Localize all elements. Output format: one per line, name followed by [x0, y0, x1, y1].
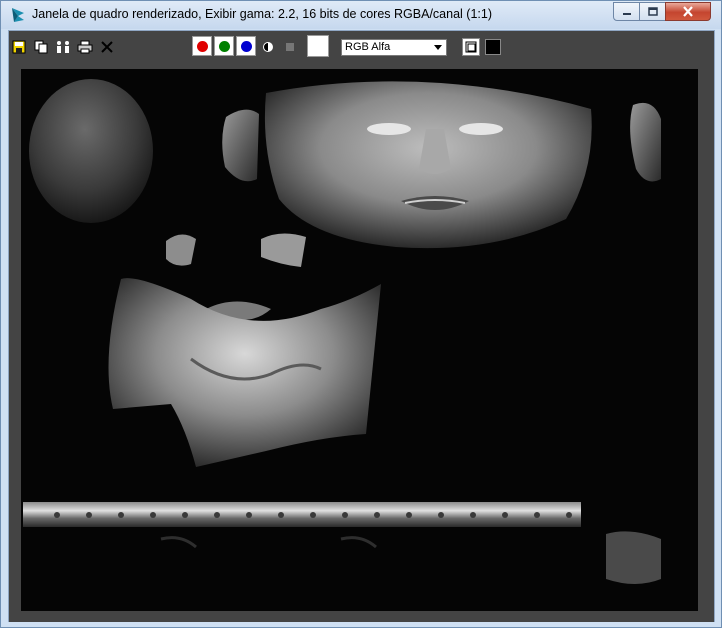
green-channel-toggle[interactable]	[214, 36, 234, 56]
close-icon	[683, 6, 693, 17]
display-options-button[interactable]	[462, 38, 480, 56]
blue-channel-toggle[interactable]	[236, 36, 256, 56]
3dsmax-app-icon	[12, 8, 24, 22]
buckle-uv-island	[606, 531, 661, 584]
maximize-icon	[647, 7, 658, 16]
alpha-channel-toggle[interactable]	[282, 39, 298, 55]
green-channel-icon	[218, 40, 230, 52]
half-circle-icon	[263, 42, 273, 52]
clear-icon[interactable]	[99, 39, 115, 55]
sphere-uv-island	[29, 79, 153, 223]
render-frame-window: Janela de quadro renderizado, Exibir gam…	[0, 0, 722, 628]
blue-channel-icon	[240, 40, 252, 52]
minimize-button[interactable]	[613, 2, 640, 21]
save-icon[interactable]	[11, 39, 27, 55]
clone-icon[interactable]	[55, 39, 71, 55]
red-channel-toggle[interactable]	[192, 36, 212, 56]
chevron-down-icon	[434, 45, 442, 50]
gray-square-icon	[286, 43, 294, 51]
window-title: Janela de quadro renderizado, Exibir gam…	[32, 7, 492, 21]
belt-uv-island	[23, 502, 581, 527]
red-channel-icon	[196, 40, 208, 52]
monochrome-toggle[interactable]	[260, 39, 276, 55]
close-button[interactable]	[665, 2, 711, 21]
window-frame-icon	[465, 41, 477, 53]
color-swatch[interactable]	[307, 35, 329, 57]
texture-render	[21, 69, 698, 611]
print-icon[interactable]	[77, 39, 93, 55]
minimize-icon	[622, 12, 631, 15]
maximize-button[interactable]	[639, 2, 666, 21]
background-color-swatch[interactable]	[485, 39, 501, 55]
rendered-image[interactable]	[21, 69, 698, 611]
copy-icon[interactable]	[33, 39, 49, 55]
channel-display-select[interactable]: RGB Alfa	[341, 39, 447, 56]
